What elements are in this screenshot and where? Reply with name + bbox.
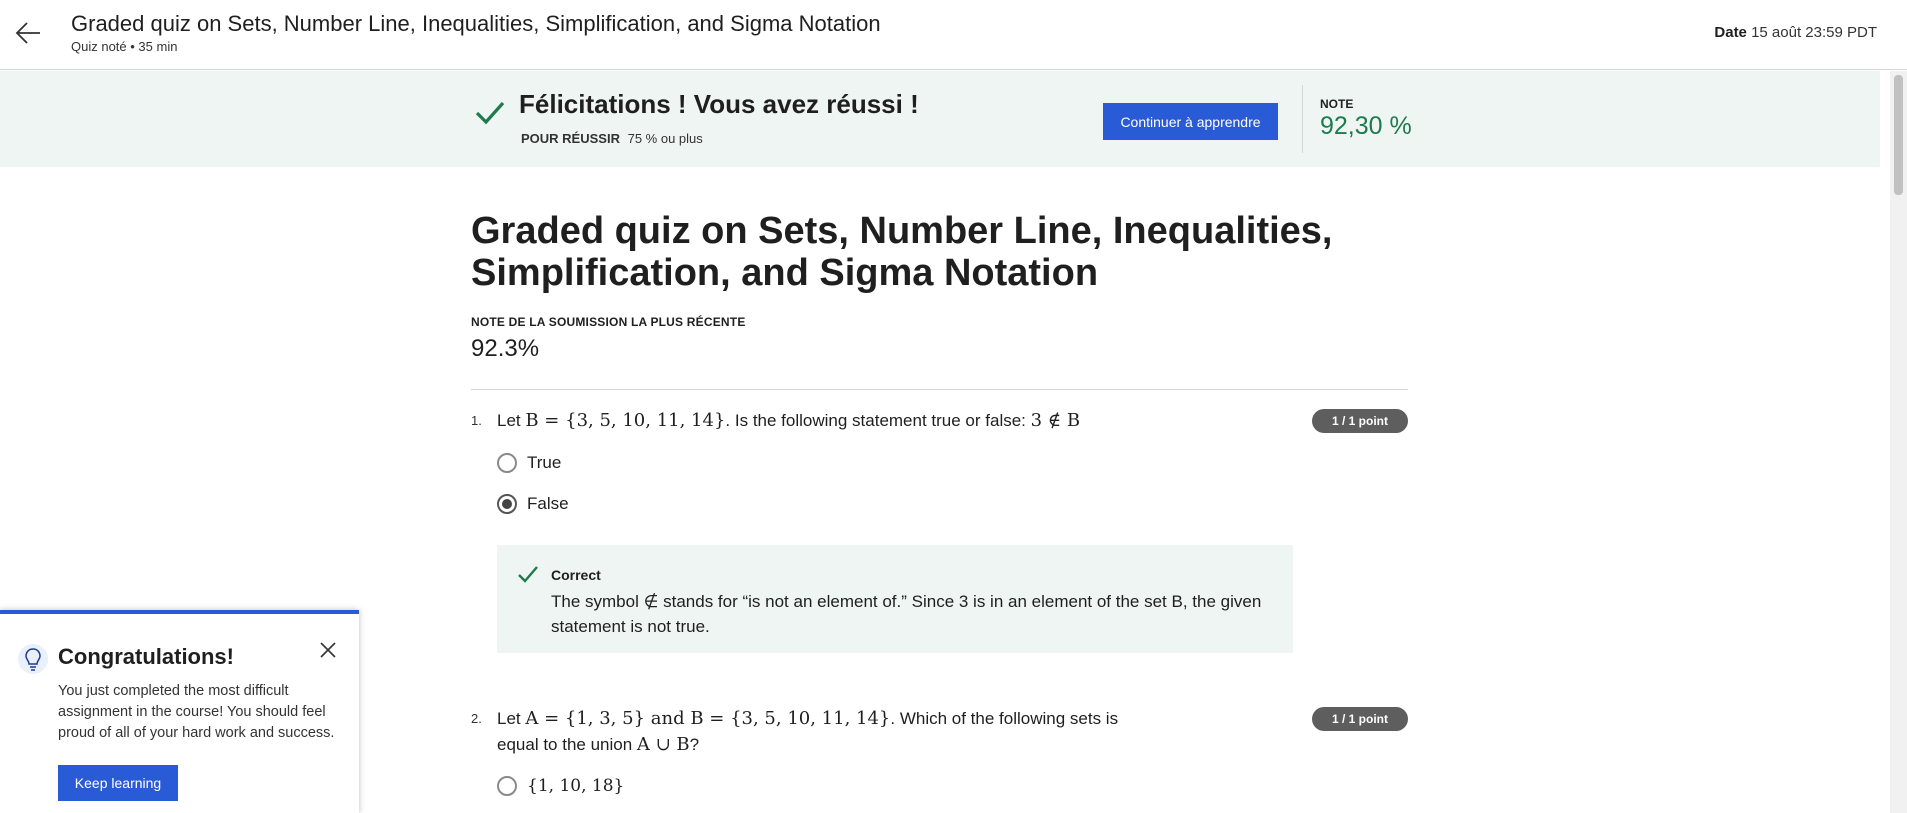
top-bar: Graded quiz on Sets, Number Line, Inequa… — [0, 0, 1907, 70]
math-expression: B = {3, 5, 10, 11, 14} — [525, 410, 726, 431]
answer-option-true[interactable]: True — [497, 450, 561, 476]
points-badge: 1 / 1 point — [1312, 409, 1408, 433]
quiz-header-subtitle: Quiz noté • 35 min — [71, 39, 178, 54]
question-text-part: . Is the following statement true or fal… — [725, 411, 1031, 430]
question-number: 1. — [471, 413, 482, 428]
math-expression: A ∪ B — [636, 734, 690, 755]
divider — [1302, 85, 1303, 153]
check-icon — [517, 563, 539, 585]
points-badge: 1 / 1 point — [1312, 707, 1408, 731]
result-banner: Félicitations ! Vous avez réussi ! POUR … — [0, 71, 1880, 167]
radio-button[interactable] — [497, 776, 517, 796]
feedback-title: Correct — [551, 567, 601, 583]
scrollbar[interactable] — [1890, 71, 1907, 813]
quiz-header-title: Graded quiz on Sets, Number Line, Inequa… — [71, 11, 881, 36]
page-title: Graded quiz on Sets, Number Line, Inequa… — [471, 210, 1333, 294]
close-icon[interactable] — [316, 638, 340, 662]
recent-submission-grade: 92.3% — [471, 335, 540, 362]
keep-learning-button[interactable]: Keep learning — [58, 765, 178, 801]
check-icon — [474, 96, 506, 128]
option-label: True — [527, 453, 562, 472]
question-text-part: Let — [497, 411, 526, 430]
answer-option-1[interactable]: {1, 10, 18} — [497, 773, 624, 799]
math-expression: A = {1, 3, 5} and B = {3, 5, 10, 11, 14} — [525, 708, 891, 729]
back-arrow-icon[interactable] — [14, 18, 44, 48]
lightbulb-icon — [18, 644, 48, 674]
question-text: Let A = {1, 3, 5} and B = {3, 5, 10, 11,… — [497, 706, 1137, 758]
pass-value: 75 % ou plus — [627, 131, 703, 146]
popup-text: You just completed the most difficult as… — [58, 683, 335, 741]
question-text-part: Let — [497, 709, 526, 728]
question-number: 2. — [471, 711, 482, 726]
continue-learning-button[interactable]: Continuer à apprendre — [1103, 103, 1278, 140]
due-date: Date 15 août 23:59 PDT — [1714, 24, 1877, 41]
question-text-part: ? — [689, 735, 700, 754]
grade-value: 92,30 % — [1320, 112, 1412, 140]
divider — [471, 389, 1408, 390]
date-value: 15 août 23:59 PDT — [1751, 24, 1877, 41]
math-expression: 3 ∉ B — [1030, 410, 1081, 431]
pass-requirement: POUR RÉUSSIR 75 % ou plus — [521, 131, 703, 146]
scrollbar-thumb[interactable] — [1894, 75, 1903, 195]
quiz-main: Graded quiz on Sets, Number Line, Inequa… — [471, 210, 1408, 363]
question-text: Let B = {3, 5, 10, 11, 14}. Is the follo… — [497, 408, 1080, 434]
radio-button-selected[interactable] — [497, 494, 517, 514]
grade-label: NOTE — [1320, 97, 1354, 111]
feedback-text: The symbol ∉ stands for “is not an eleme… — [551, 592, 1262, 636]
answer-option-false[interactable]: False — [497, 491, 569, 517]
date-label: Date — [1714, 24, 1747, 41]
recent-submission-label: NOTE DE LA SOUMISSION LA PLUS RÉCENTE — [471, 315, 746, 329]
option-label: {1, 10, 18} — [527, 776, 625, 796]
feedback-box: Correct The symbol ∉ stands for “is not … — [497, 545, 1293, 653]
congratulations-popup: Congratulations! You just completed the … — [0, 610, 359, 813]
radio-button[interactable] — [497, 453, 517, 473]
option-label: False — [527, 494, 569, 513]
banner-title: Félicitations ! Vous avez réussi ! — [519, 89, 919, 119]
popup-title: Congratulations! — [58, 644, 234, 669]
pass-label: POUR RÉUSSIR — [521, 131, 620, 146]
